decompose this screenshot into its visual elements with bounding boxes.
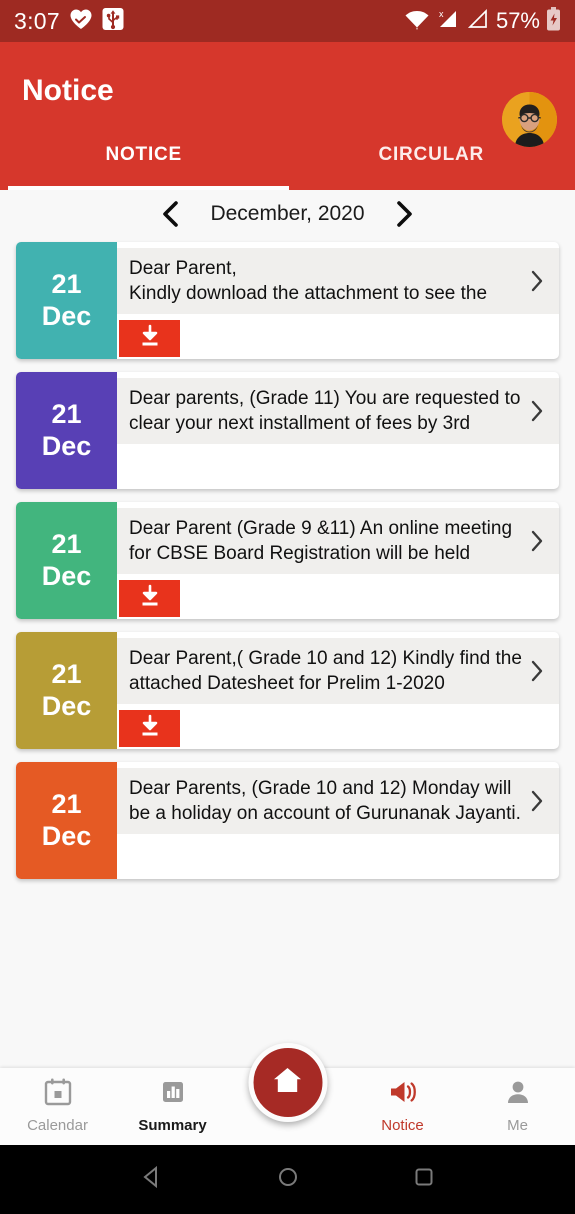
nav-label-calendar: Calendar xyxy=(27,1117,88,1134)
status-bar-right: x 57% xyxy=(404,6,561,36)
nav-label-notice: Notice xyxy=(381,1117,424,1134)
notice-list: 21 Dec Dear Parent, Kindly download the at… xyxy=(0,238,575,879)
wifi-icon xyxy=(404,8,430,35)
notice-message-panel[interactable]: Dear Parent,( Grade 10 and 12) Kindly fi… xyxy=(117,638,559,704)
svg-text:x: x xyxy=(439,9,444,19)
month-navigator: December, 2020 xyxy=(0,190,575,238)
tab-notice[interactable]: NOTICE xyxy=(0,132,288,190)
notice-message: Dear Parent, Kindly download the attachm… xyxy=(129,257,488,304)
person-icon xyxy=(503,1077,533,1112)
status-bar-left: 3:07 xyxy=(14,7,124,36)
nav-item-notice[interactable]: Notice xyxy=(345,1068,460,1134)
nav-item-calendar[interactable]: Calendar xyxy=(0,1068,115,1134)
battery-percent: 57% xyxy=(495,8,540,33)
notice-message-panel[interactable]: Dear Parent, Kindly download the attachm… xyxy=(117,248,559,314)
download-icon xyxy=(137,713,163,744)
nav-item-me[interactable]: Me xyxy=(460,1068,575,1134)
app-bar: Notice NOTICE CIRCULAR xyxy=(0,42,575,190)
notice-date-month: Dec xyxy=(41,690,92,721)
signal-icon xyxy=(466,8,490,35)
chevron-right-icon[interactable] xyxy=(525,660,549,682)
calendar-icon xyxy=(43,1077,73,1112)
notice-date-day: 21 xyxy=(51,529,82,560)
heart-check-icon xyxy=(69,8,93,35)
battery-icon xyxy=(546,6,561,36)
notice-date-month: Dec xyxy=(41,300,92,331)
nav-label-me: Me xyxy=(507,1117,528,1134)
download-button[interactable] xyxy=(119,710,180,747)
chevron-right-icon[interactable] xyxy=(525,530,549,552)
chevron-right-icon[interactable] xyxy=(525,790,549,812)
notice-card-body: Dear Parents, (Grade 10 and 12) Monday w… xyxy=(117,762,559,879)
home-circle-icon[interactable] xyxy=(275,1164,301,1195)
notice-date-block: 21 Dec xyxy=(16,242,117,359)
next-month-button[interactable] xyxy=(391,199,417,229)
notice-date-day: 21 xyxy=(51,269,82,300)
signal-no-service-icon: x xyxy=(436,8,460,35)
bar-chart-icon xyxy=(158,1077,188,1112)
notice-message: Dear Parents, (Grade 10 and 12) Monday w… xyxy=(129,777,521,824)
android-navigation-bar xyxy=(0,1145,575,1214)
usb-icon xyxy=(102,7,124,36)
back-triangle-icon[interactable] xyxy=(139,1164,165,1195)
tab-indicator xyxy=(8,186,289,190)
month-label: December, 2020 xyxy=(210,202,365,225)
notice-date-day: 21 xyxy=(51,659,82,690)
notice-card-body: Dear Parent, Kindly download the attachm… xyxy=(117,242,559,359)
notice-date-month: Dec xyxy=(41,430,92,461)
home-icon xyxy=(271,1063,305,1102)
page-title: Notice xyxy=(22,74,114,107)
tab-circular[interactable]: CIRCULAR xyxy=(288,132,575,190)
notice-card[interactable]: 21 Dec Dear parents, (Grade 11) You are re… xyxy=(16,372,559,489)
nav-label-summary: Summary xyxy=(138,1117,207,1134)
notice-message: Dear parents, (Grade 11) You are request… xyxy=(129,387,521,434)
prev-month-button[interactable] xyxy=(158,199,184,229)
notice-date-day: 21 xyxy=(51,789,82,820)
notice-card[interactable]: 21 Dec Dear Parent (Grade 9 &11) An online… xyxy=(16,502,559,619)
chevron-right-icon[interactable] xyxy=(525,400,549,422)
tab-bar: NOTICE CIRCULAR xyxy=(0,132,575,190)
nav-item-summary[interactable]: Summary xyxy=(115,1068,230,1134)
notice-date-block: 21 Dec xyxy=(16,632,117,749)
notice-date-month: Dec xyxy=(41,560,92,591)
download-button[interactable] xyxy=(119,320,180,357)
status-time: 3:07 xyxy=(14,7,60,34)
notice-date-month: Dec xyxy=(41,820,92,851)
notice-card-body: Dear parents, (Grade 11) You are request… xyxy=(117,372,559,489)
phone-screen: 3:07 x 57% Notice NOTICE CIRCULAR Decemb… xyxy=(0,0,575,1214)
tab-notice-label: NOTICE xyxy=(105,144,183,165)
download-button[interactable] xyxy=(119,580,180,617)
download-icon xyxy=(137,323,163,354)
notice-card[interactable]: 21 Dec Dear Parents, (Grade 10 and 12) Mon… xyxy=(16,762,559,879)
notice-card[interactable]: 21 Dec Dear Parent,( Grade 10 and 12) Kind… xyxy=(16,632,559,749)
notice-card-body: Dear Parent,( Grade 10 and 12) Kindly fi… xyxy=(117,632,559,749)
notice-message-panel[interactable]: Dear parents, (Grade 11) You are request… xyxy=(117,378,559,444)
status-bar: 3:07 x 57% xyxy=(0,0,575,42)
megaphone-icon xyxy=(388,1077,418,1112)
notice-card-body: Dear Parent (Grade 9 &11) An online meet… xyxy=(117,502,559,619)
notice-date-block: 21 Dec xyxy=(16,502,117,619)
recents-square-icon[interactable] xyxy=(411,1164,437,1195)
notice-date-block: 21 Dec xyxy=(16,762,117,879)
chevron-right-icon[interactable] xyxy=(525,270,549,292)
notice-message: Dear Parent (Grade 9 &11) An online meet… xyxy=(129,517,513,564)
notice-message-panel[interactable]: Dear Parents, (Grade 10 and 12) Monday w… xyxy=(117,768,559,834)
notice-message: Dear Parent,( Grade 10 and 12) Kindly fi… xyxy=(129,647,522,694)
download-icon xyxy=(137,583,163,614)
tab-circular-label: CIRCULAR xyxy=(378,144,485,165)
notice-date-day: 21 xyxy=(51,399,82,430)
home-fab-button[interactable] xyxy=(248,1043,327,1122)
notice-message-panel[interactable]: Dear Parent (Grade 9 &11) An online meet… xyxy=(117,508,559,574)
notice-date-block: 21 Dec xyxy=(16,372,117,489)
notice-card[interactable]: 21 Dec Dear Parent, Kindly download the at… xyxy=(16,242,559,359)
